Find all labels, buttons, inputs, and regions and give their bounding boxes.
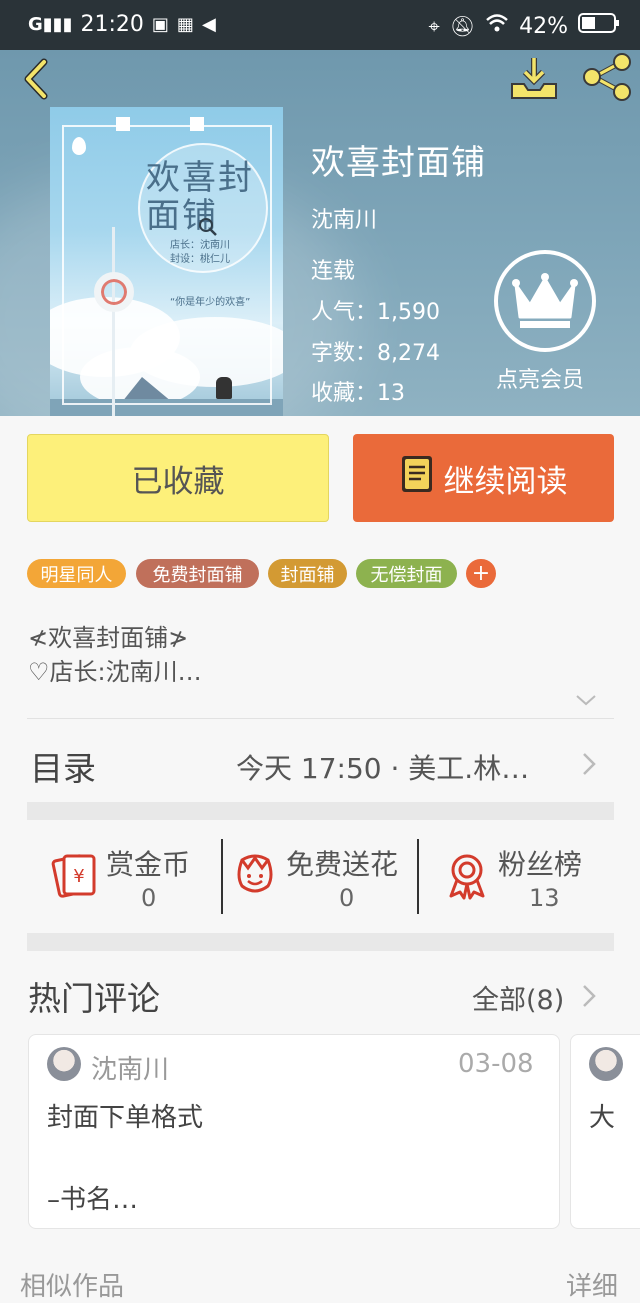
battery-icon [578, 12, 620, 40]
svg-text:¥: ¥ [73, 866, 84, 887]
comment-card[interactable]: 大 [570, 1034, 640, 1229]
fan-rank-count: 13 [529, 884, 560, 912]
reward-coin-label[interactable]: 赏金币 [106, 843, 190, 883]
all-comments-link[interactable]: 全部(8) [472, 978, 564, 1017]
book-icon [400, 454, 434, 502]
free-flower-label[interactable]: 免费送花 [286, 843, 398, 883]
status-time: 21:20 [80, 12, 144, 37]
chevron-right-icon[interactable] [580, 982, 598, 1010]
speaker-icon: ◀ [201, 14, 216, 35]
tag-item[interactable]: 免费封面铺 [136, 559, 259, 588]
calendar-icon: ▦ [176, 14, 194, 35]
avatar[interactable] [589, 1047, 623, 1081]
comment-user[interactable]: 沈南川 [91, 1049, 169, 1086]
add-tag-button[interactable]: + [466, 559, 496, 588]
tag-item[interactable]: 封面铺 [268, 559, 347, 588]
comment-card[interactable]: 沈南川 03-08 封面下单格式 –书名… [28, 1034, 560, 1229]
crown-icon[interactable] [494, 250, 596, 352]
share-icon[interactable] [580, 52, 634, 102]
reward-coin-count: 0 [141, 884, 157, 912]
magnifier-icon [198, 217, 218, 237]
signal-icon: G▮▮▮ [28, 14, 73, 35]
medal-icon[interactable] [446, 852, 488, 900]
cover-quote: “你是年少的欢喜” [170, 297, 251, 308]
back-icon[interactable] [18, 56, 58, 102]
book-status: 连载 [311, 259, 356, 284]
wifi-icon [485, 13, 509, 39]
collected-label: 已收藏 [131, 463, 225, 500]
collected-button[interactable]: 已收藏 [27, 434, 329, 522]
book-word-count: 字数：8,274 [311, 341, 440, 366]
continue-reading-button[interactable]: 继续阅读 [353, 434, 614, 522]
book-title: 欢喜封面铺 [311, 143, 486, 183]
description-line-2: ♡店长:沈南川… [28, 658, 202, 686]
download-icon[interactable] [508, 54, 560, 102]
section-separator [27, 933, 614, 951]
description-line-1: ≮欢喜封面铺≯ [28, 624, 189, 652]
comment-date: 03-08 [458, 1049, 534, 1079]
stat-divider [221, 839, 223, 914]
hot-comments-title: 热门评论 [28, 979, 160, 1018]
similar-works-label: 相似作品 [20, 1272, 125, 1302]
red-envelope-icon[interactable]: ¥ [50, 852, 98, 898]
divider [27, 718, 614, 719]
cover-meta: 店长：沈南川 封设：桃仁儿 [170, 240, 230, 265]
battery-percent: 42% [519, 13, 568, 39]
comment-line-1: 大 [589, 1103, 616, 1133]
book-author[interactable]: 沈南川 [311, 202, 377, 234]
screenshot-icon: ▣ [151, 14, 169, 35]
detail-link[interactable]: 详细 [566, 1266, 618, 1303]
book-popularity: 人气：1,590 [311, 300, 440, 325]
tag-item[interactable]: 明星同人 [27, 559, 126, 588]
status-bar: G▮▮▮ 21:20 ▣ ▦ ◀ ⌖ 🔕︎ 42% [0, 0, 640, 50]
flower-icon[interactable] [234, 852, 276, 898]
book-favorites: 收藏：13 [311, 381, 405, 406]
stat-divider [417, 839, 419, 914]
book-cover[interactable]: 欢喜封面铺 店长：沈南川 封设：桃仁儿 “你是年少的欢喜” [50, 107, 283, 416]
toc-label[interactable]: 目录 [30, 742, 96, 790]
comment-line-1: 封面下单格式 [47, 1103, 204, 1133]
location-icon: ⌖ [428, 14, 440, 38]
chevron-down-icon[interactable] [574, 692, 598, 708]
vip-label[interactable]: 点亮会员 [496, 362, 584, 394]
mute-bell-icon: 🔕︎ [449, 14, 476, 38]
toc-latest-chapter[interactable]: 今天 17:50 · 美工.林… [236, 747, 529, 787]
cat-illustration [216, 377, 232, 399]
free-flower-count: 0 [339, 884, 355, 912]
book-header: 欢喜封面铺 店长：沈南川 封设：桃仁儿 “你是年少的欢喜” 欢喜封面铺 沈南川 … [0, 50, 640, 416]
chevron-right-icon[interactable] [580, 750, 598, 778]
section-separator [27, 802, 614, 820]
comment-line-2: –书名… [47, 1185, 139, 1215]
continue-label: 继续阅读 [443, 463, 568, 500]
avatar[interactable] [47, 1047, 81, 1081]
fan-rank-label[interactable]: 粉丝榜 [498, 843, 582, 883]
tag-item[interactable]: 无偿封面 [356, 559, 457, 588]
